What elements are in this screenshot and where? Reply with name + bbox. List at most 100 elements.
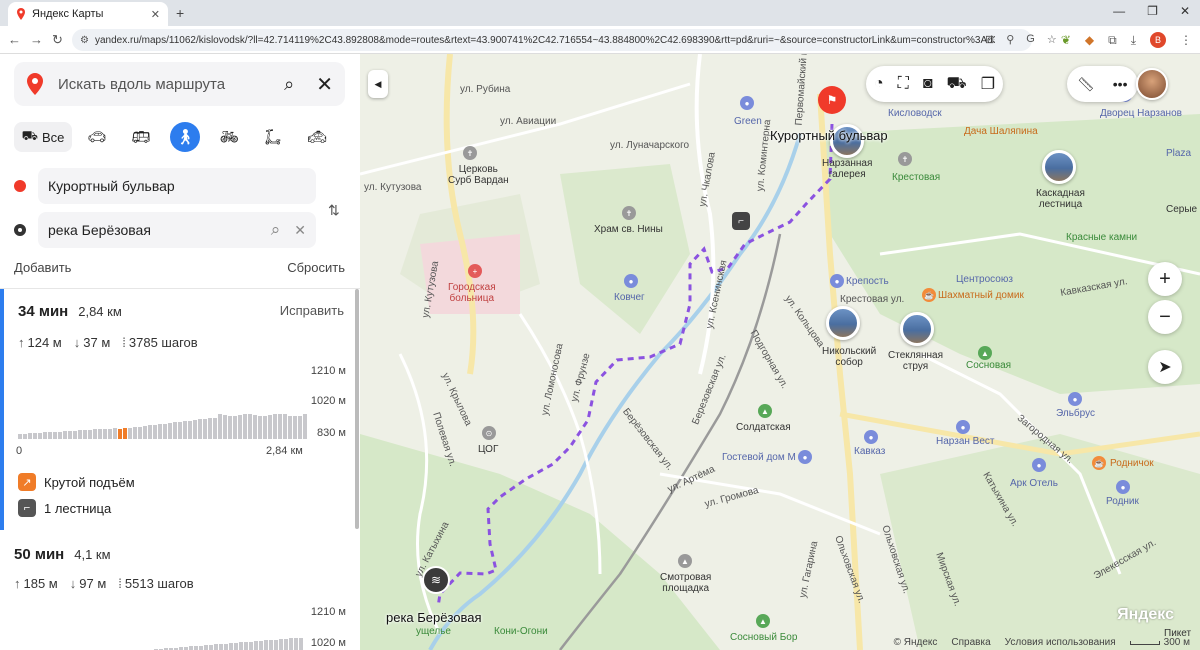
route-option-2[interactable]: 50 мин 4,1 км ↑ 185 м ↓ 97 м ⁞ 5513 шагов 1… bbox=[0, 534, 356, 650]
hotel-icon[interactable]: ● bbox=[624, 274, 638, 288]
fortress-icon[interactable]: ● bbox=[830, 274, 844, 288]
mode-taxi-icon[interactable]: 🚕︎ bbox=[302, 122, 332, 152]
my-location-icon[interactable]: ➤ bbox=[1148, 350, 1182, 384]
layers-icon[interactable]: ◔ bbox=[874, 75, 884, 93]
route-option-1[interactable]: 34 мин 2,84 км Исправить ↑ 124 м ↓ 37 м ⁞ 3… bbox=[0, 289, 356, 530]
terms-link[interactable]: Условия использования bbox=[1005, 637, 1116, 648]
park-icon[interactable]: ▲ bbox=[978, 346, 992, 360]
search-icon[interactable]: ⌕ bbox=[271, 220, 281, 240]
route-start-marker[interactable]: ⚑ bbox=[818, 86, 846, 114]
clear-icon[interactable]: ✕ bbox=[294, 222, 306, 239]
church-icon[interactable]: ✝ bbox=[898, 152, 912, 166]
ruler-icon[interactable]: 📏︎ bbox=[1077, 76, 1095, 93]
fix-link[interactable]: Исправить bbox=[280, 303, 344, 318]
camera-icon[interactable]: ◙ bbox=[923, 75, 933, 93]
elevation-bar bbox=[153, 425, 157, 439]
extension-icon[interactable]: ◆ bbox=[1085, 33, 1094, 47]
menu-icon[interactable]: ⋮ bbox=[1180, 33, 1192, 47]
place-label: Сосновый Бор bbox=[730, 632, 798, 643]
building-icon[interactable]: ⊙ bbox=[482, 426, 496, 440]
extensions-bar: ❦ ◆ ⧉ ⤓ B ⋮ bbox=[1061, 32, 1192, 48]
poi-icon[interactable]: ● bbox=[740, 96, 754, 110]
elev-label-min: 830 м bbox=[317, 427, 346, 439]
place-label: Арк Отель bbox=[1010, 478, 1058, 489]
site-info-icon[interactable]: ⚙ bbox=[80, 35, 89, 46]
route-search-box[interactable]: Искать вдоль маршрута ⌕ ✕ bbox=[14, 62, 345, 106]
street-label: ул. Авиации bbox=[500, 116, 557, 127]
elevation-bar bbox=[269, 640, 273, 650]
transport-icon[interactable]: ⛟ bbox=[947, 74, 967, 94]
tab-close-icon[interactable]: ✕ bbox=[151, 8, 160, 21]
route-header: 50 мин 4,1 км bbox=[14, 546, 111, 563]
minimize-icon[interactable]: — bbox=[1113, 4, 1125, 18]
photo-marker-icon[interactable] bbox=[826, 306, 860, 340]
mode-bus-icon[interactable]: 🚌︎ bbox=[126, 122, 156, 152]
church-icon[interactable]: ✝ bbox=[622, 206, 636, 220]
mode-car-icon[interactable]: 🚗︎ bbox=[82, 122, 112, 152]
user-avatar[interactable] bbox=[1136, 68, 1168, 100]
to-field[interactable]: река Берёзовая ⌕ ✕ bbox=[38, 212, 316, 248]
elevation-profile bbox=[18, 401, 307, 439]
hotel-icon[interactable]: ● bbox=[1068, 392, 1082, 406]
stairs-marker-icon[interactable]: ⌐ bbox=[732, 212, 750, 230]
collapse-panel-button[interactable]: ◀ bbox=[368, 70, 388, 98]
from-field[interactable]: Курортный бульвар bbox=[38, 168, 316, 204]
add-point-link[interactable]: Добавить bbox=[14, 260, 71, 275]
mode-walk-icon[interactable]: 🚶︎ bbox=[170, 122, 200, 152]
viewpoint-icon[interactable]: ▲ bbox=[678, 554, 692, 568]
more-icon[interactable]: ••• bbox=[1113, 76, 1128, 92]
layer-stack-icon[interactable]: ❐ bbox=[981, 74, 995, 94]
elevation-bar bbox=[183, 421, 187, 439]
browser-tab[interactable]: Яндекс Карты ✕ bbox=[8, 2, 168, 26]
restaurant-icon[interactable]: ☕ bbox=[922, 288, 936, 302]
puzzle-icon[interactable]: ⧉ bbox=[1108, 33, 1117, 48]
panorama-icon[interactable]: ⛶ bbox=[898, 75, 909, 93]
close-window-icon[interactable]: ✕ bbox=[1180, 4, 1190, 18]
hotel-icon[interactable]: ● bbox=[864, 430, 878, 444]
photo-marker-icon[interactable] bbox=[1042, 150, 1076, 184]
sidebar-scrollbar[interactable] bbox=[355, 289, 359, 529]
new-tab-icon[interactable]: + bbox=[176, 5, 184, 21]
church-icon[interactable]: ✝ bbox=[463, 146, 477, 160]
hotel-icon[interactable]: ● bbox=[798, 450, 812, 464]
translate-icon[interactable]: G bbox=[1026, 33, 1035, 46]
search-icon[interactable]: ⌕ bbox=[284, 74, 294, 95]
mode-bike-icon[interactable]: 🚲︎ bbox=[214, 122, 244, 152]
forward-icon[interactable]: → bbox=[30, 32, 43, 47]
help-link[interactable]: Справка bbox=[951, 637, 990, 648]
elevation-bar bbox=[168, 423, 172, 439]
copyright-link[interactable]: © Яндекс bbox=[894, 637, 938, 648]
maximize-icon[interactable]: ❐ bbox=[1147, 4, 1158, 18]
zoom-out-button[interactable]: − bbox=[1148, 300, 1182, 334]
restaurant-icon[interactable]: ☕ bbox=[1092, 456, 1106, 470]
reload-icon[interactable]: ↻ bbox=[52, 32, 63, 48]
close-icon[interactable]: ✕ bbox=[316, 72, 333, 97]
elevation-bar bbox=[189, 646, 193, 650]
install-icon[interactable]: ⊡ bbox=[985, 33, 994, 46]
bookmark-star-icon[interactable]: ☆ bbox=[1047, 33, 1057, 46]
hotel-icon[interactable]: ● bbox=[1032, 458, 1046, 472]
hotel-icon[interactable]: ● bbox=[1116, 480, 1130, 494]
elevation-bar bbox=[73, 431, 77, 439]
extension-icon[interactable]: ❦ bbox=[1061, 33, 1071, 47]
ascent-icon: ↑ bbox=[18, 335, 25, 350]
park-icon[interactable]: ▲ bbox=[756, 614, 770, 628]
profile-avatar[interactable]: B bbox=[1150, 32, 1166, 48]
mode-scooter-icon[interactable]: 🛴︎ bbox=[258, 122, 288, 152]
download-icon[interactable]: ⤓ bbox=[1131, 33, 1136, 48]
map-canvas[interactable]: ул. Рубина ул. Авиации ул. Луначарского … bbox=[360, 54, 1200, 650]
zoom-icon[interactable]: ⚲ bbox=[1006, 33, 1014, 46]
mode-all-button[interactable]: ⛟ Все bbox=[14, 122, 72, 152]
url-field[interactable]: ⚙ yandex.ru/maps/11062/kislovodsk/?ll=42… bbox=[72, 29, 1032, 51]
place-label: Никольский собор bbox=[822, 346, 877, 368]
hotel-icon[interactable]: ● bbox=[956, 420, 970, 434]
mountain-icon[interactable]: ▲ bbox=[758, 404, 772, 418]
back-icon[interactable]: ← bbox=[8, 32, 21, 47]
swap-points-icon[interactable]: ⇅ bbox=[328, 202, 340, 219]
reset-link[interactable]: Сбросить bbox=[287, 260, 345, 275]
hospital-icon[interactable]: + bbox=[468, 264, 482, 278]
zoom-in-button[interactable]: + bbox=[1148, 262, 1182, 296]
photo-marker-icon[interactable] bbox=[900, 312, 934, 346]
route-end-marker[interactable]: ≋ bbox=[422, 566, 450, 594]
elevation-bar bbox=[88, 430, 92, 439]
